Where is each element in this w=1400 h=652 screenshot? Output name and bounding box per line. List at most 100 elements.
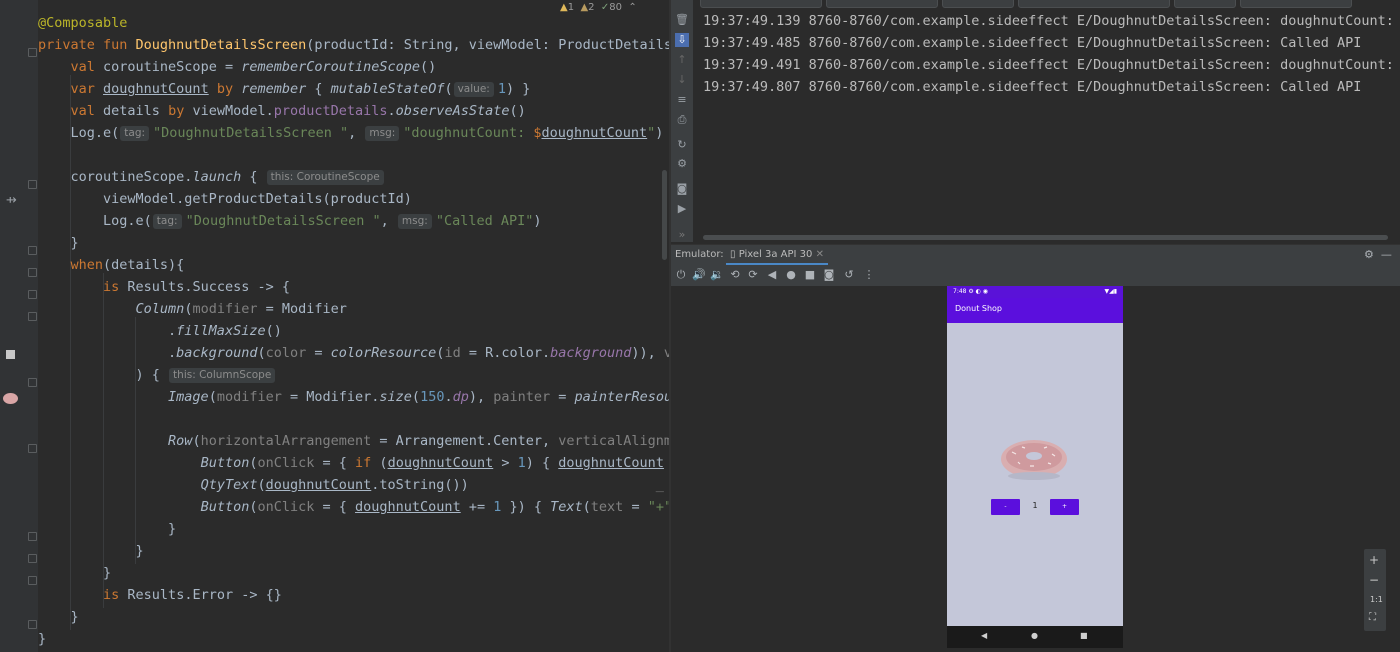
log-line: 19:37:49.485 8760-8760/com.example.sidee… bbox=[703, 35, 1362, 51]
code-line: Row(horizontalArrangement = Arrangement.… bbox=[168, 433, 689, 449]
status-icons: 7:48 ⚙ ◐ ◉ bbox=[953, 288, 989, 295]
fold-marker[interactable] bbox=[28, 48, 37, 57]
fold-marker[interactable] bbox=[28, 290, 37, 299]
battery-icon: ▼◢▮ bbox=[1104, 288, 1117, 295]
video-icon[interactable]: ▶ bbox=[675, 202, 689, 216]
code-line: is Results.Success -> { bbox=[103, 279, 290, 295]
zoom-ratio-button[interactable]: 1:1 bbox=[1370, 595, 1383, 604]
code-line: when(details){ bbox=[70, 257, 185, 273]
code-line: .fillMaxSize() bbox=[38, 323, 282, 339]
code-line: Log.e(tag: "DoughnutDetailsScreen ", msg:… bbox=[38, 213, 542, 229]
nav-back-icon[interactable]: ◀ bbox=[981, 631, 987, 640]
emulator-label: Emulator: bbox=[675, 249, 724, 260]
back-icon[interactable]: ◀ bbox=[765, 268, 779, 282]
logcat-toolbar: 🗑 ⇩ ↑ ↓ ≡ ⎙ ↻ ⚙ ◙ ▶ » bbox=[671, 0, 693, 242]
logcat-search-input[interactable] bbox=[1018, 0, 1170, 8]
code-line: QtyText(doughnutCount.toString()) _ bbox=[200, 477, 664, 493]
side-effect-icon[interactable]: ⇸ bbox=[6, 193, 17, 208]
code-line: val details by viewModel.productDetails.… bbox=[70, 103, 526, 119]
fold-marker[interactable] bbox=[28, 378, 37, 387]
fold-marker[interactable] bbox=[28, 532, 37, 541]
logcat-filter-bar bbox=[700, 0, 1390, 8]
nav-overview-icon[interactable]: ■ bbox=[1080, 631, 1088, 640]
volume-down-icon[interactable]: 🔉 bbox=[710, 268, 724, 282]
emulator-settings-icon[interactable]: ⚙ — bbox=[1364, 248, 1392, 261]
filter-selector[interactable] bbox=[1240, 0, 1352, 8]
screenshot-icon[interactable]: ◙ bbox=[822, 268, 836, 282]
increment-button[interactable]: + bbox=[1050, 499, 1079, 515]
more-icon[interactable]: » bbox=[675, 228, 689, 242]
code-text[interactable]: @Composable private fun DoughnutDetailsS… bbox=[38, 12, 689, 650]
donut-image bbox=[1001, 440, 1067, 480]
phone-screen[interactable]: 7:48 ⚙ ◐ ◉ ▼◢▮ Donut Shop - 1 + ◀ ● ■ bbox=[947, 286, 1123, 648]
code-line: Column(modifier = Modifier bbox=[135, 301, 347, 317]
code-line: } bbox=[38, 521, 177, 537]
code-line: Button(onClick = { if (doughnutCount > 1… bbox=[200, 455, 689, 471]
rotate-right-icon[interactable]: ⟳ bbox=[746, 268, 760, 282]
decrement-button[interactable]: - bbox=[991, 499, 1020, 515]
fold-marker[interactable] bbox=[28, 576, 37, 585]
power-icon[interactable]: ⏻ bbox=[674, 268, 688, 282]
code-line: val coroutineScope = rememberCoroutineSc… bbox=[70, 59, 437, 75]
code-line: Image(modifier = Modifier.size(150.dp), … bbox=[168, 389, 689, 405]
tab-device-label: Pixel 3a API 30 bbox=[738, 249, 813, 260]
code-line: viewModel.getProductDetails(productId) bbox=[38, 191, 412, 207]
regex-toggle[interactable] bbox=[1174, 0, 1236, 8]
code-line: ) { this: ColumnScope bbox=[38, 364, 670, 386]
fold-marker[interactable] bbox=[28, 246, 37, 255]
code-line: private fun DoughnutDetailsScreen(produc… bbox=[38, 37, 689, 53]
editor-gutter[interactable]: ⇸ bbox=[0, 0, 38, 652]
code-line: @Composable bbox=[38, 15, 128, 31]
down-arrow-icon[interactable]: ↓ bbox=[675, 73, 689, 87]
fold-marker[interactable] bbox=[28, 620, 37, 629]
fold-marker[interactable] bbox=[28, 312, 37, 321]
print-icon[interactable]: ⎙ bbox=[675, 113, 689, 127]
restart-icon[interactable]: ↻ bbox=[675, 138, 689, 152]
log-line: 19:37:49.807 8760-8760/com.example.sidee… bbox=[703, 79, 1362, 95]
code-line: .background(color = colorResource(id = R… bbox=[38, 345, 688, 361]
device-selector[interactable] bbox=[700, 0, 822, 8]
process-selector[interactable] bbox=[826, 0, 938, 8]
volume-up-icon[interactable]: 🔊 bbox=[692, 268, 706, 282]
close-icon[interactable]: ✕ bbox=[812, 249, 824, 260]
home-icon[interactable]: ● bbox=[784, 268, 798, 282]
more-options-icon[interactable]: ⋮ bbox=[862, 268, 876, 282]
zoom-out-icon[interactable]: − bbox=[1369, 573, 1379, 587]
gear-icon[interactable]: ⚙ bbox=[675, 157, 689, 171]
log-level-selector[interactable] bbox=[942, 0, 1014, 8]
rotate-left-icon[interactable]: ⟲ bbox=[728, 268, 742, 282]
soft-wrap-icon[interactable]: ≡ bbox=[675, 93, 689, 107]
quantity-text: 1 bbox=[1032, 501, 1038, 510]
editor-scrollbar[interactable] bbox=[662, 170, 667, 260]
fold-marker[interactable] bbox=[28, 268, 37, 277]
camera-icon[interactable]: ◙ bbox=[675, 182, 689, 196]
app-title: Donut Shop bbox=[955, 304, 1002, 313]
code-line: } bbox=[38, 631, 47, 647]
image-preview-icon[interactable] bbox=[3, 393, 18, 404]
code-line: } bbox=[38, 609, 79, 625]
emulator-toolbar bbox=[671, 266, 1400, 286]
zoom-in-icon[interactable]: + bbox=[1369, 553, 1379, 567]
fold-marker[interactable] bbox=[28, 444, 37, 453]
fit-screen-icon[interactable]: ⛶ bbox=[1369, 612, 1376, 623]
nav-home-icon[interactable]: ● bbox=[1031, 631, 1038, 640]
up-arrow-icon[interactable]: ↑ bbox=[675, 53, 689, 67]
log-line: 19:37:49.491 8760-8760/com.example.sidee… bbox=[703, 57, 1400, 73]
code-line: is Results.Error -> {} bbox=[103, 587, 282, 603]
fold-marker[interactable] bbox=[28, 180, 37, 189]
snapshot-icon[interactable]: ↺ bbox=[842, 268, 856, 282]
phone-status-bar: 7:48 ⚙ ◐ ◉ ▼◢▮ bbox=[947, 286, 1123, 298]
log-line: 19:37:49.139 8760-8760/com.example.sidee… bbox=[703, 13, 1400, 29]
logcat-output[interactable]: 19:37:49.139 8760-8760/com.example.sidee… bbox=[703, 10, 1400, 98]
code-line: Button(onClick = { doughnutCount += 1 })… bbox=[200, 499, 681, 515]
color-preview-icon[interactable] bbox=[6, 350, 15, 359]
overview-icon[interactable]: ■ bbox=[803, 268, 817, 282]
code-line: Log.e(tag: "DoughnutDetailsScreen ", msg:… bbox=[38, 125, 664, 141]
scroll-to-end-icon[interactable]: ⇩ bbox=[675, 33, 689, 47]
code-line: coroutineScope.launch { this: CoroutineS… bbox=[38, 166, 670, 188]
tab-device[interactable]: ▯ Pixel 3a API 30 ✕ bbox=[726, 246, 828, 265]
fold-marker[interactable] bbox=[28, 554, 37, 563]
trash-icon[interactable]: 🗑 bbox=[675, 13, 689, 27]
logcat-scrollbar[interactable] bbox=[703, 235, 1388, 240]
